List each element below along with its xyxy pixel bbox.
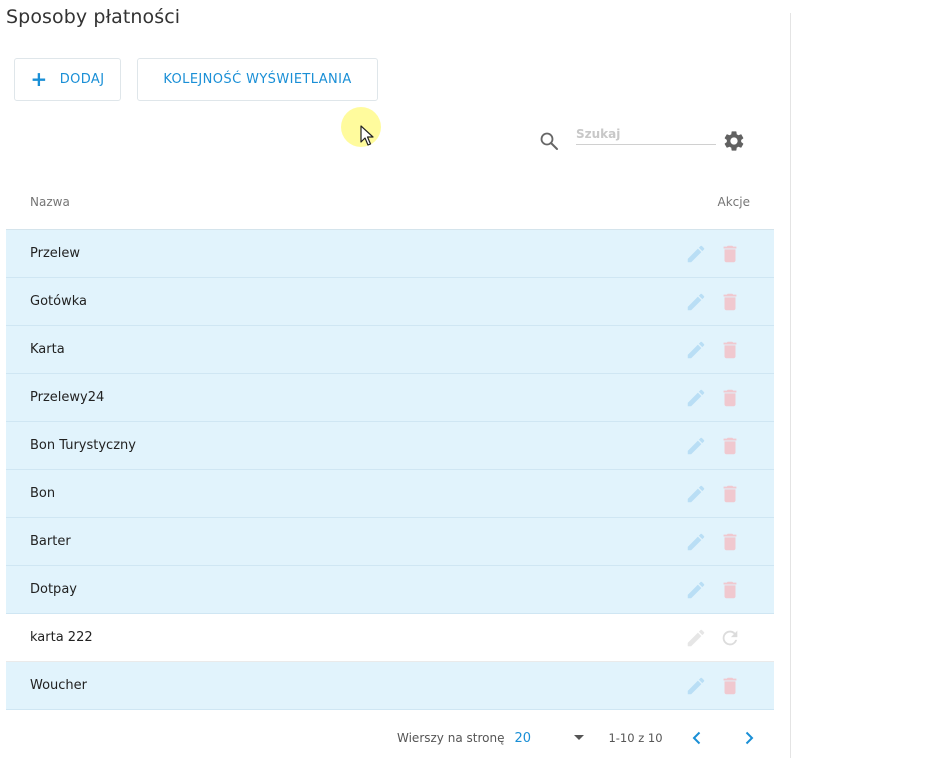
pencil-icon[interactable]: [685, 579, 707, 601]
trash-icon[interactable]: [719, 531, 741, 553]
trash-icon[interactable]: [719, 387, 741, 409]
row-actions: [685, 387, 741, 409]
display-order-button[interactable]: KOLEJNOŚĆ WYŚWIETLANIA: [137, 58, 378, 101]
pencil-icon[interactable]: [685, 435, 707, 457]
row-name: Przelewy24: [30, 390, 105, 405]
pencil-icon[interactable]: [685, 339, 707, 361]
trash-icon[interactable]: [719, 339, 741, 361]
pencil-icon[interactable]: [685, 675, 707, 697]
row-name: Bon Turystyczny: [30, 438, 136, 453]
row-name: Przelew: [30, 246, 81, 261]
caret-down-icon[interactable]: [574, 735, 585, 741]
row-actions: [685, 627, 741, 649]
table-row[interactable]: Barter: [6, 518, 774, 566]
search-icon[interactable]: [539, 131, 559, 151]
table-row[interactable]: Woucher: [6, 662, 774, 710]
trash-icon[interactable]: [719, 675, 741, 697]
table-row[interactable]: Karta: [6, 326, 774, 374]
pencil-icon[interactable]: [685, 387, 707, 409]
table-row[interactable]: Przelew: [6, 230, 774, 278]
display-order-button-label: KOLEJNOŚĆ WYŚWIETLANIA: [163, 72, 352, 87]
column-header-actions: Akcje: [717, 194, 750, 209]
chevron-right-icon[interactable]: [741, 730, 757, 746]
rows-per-page-select[interactable]: 20: [514, 731, 574, 746]
row-name: Bon: [30, 486, 56, 501]
page-range-text: 1-10 z 10: [608, 731, 663, 745]
table-row[interactable]: Bon Turystyczny: [6, 422, 774, 470]
pencil-icon[interactable]: [685, 291, 707, 313]
row-name: Barter: [30, 534, 71, 549]
pencil-icon[interactable]: [685, 483, 707, 505]
row-actions: [685, 243, 741, 265]
row-actions: [685, 435, 741, 457]
trash-icon[interactable]: [719, 291, 741, 313]
add-button[interactable]: + DODAJ: [14, 58, 121, 101]
table-row[interactable]: Przelewy24: [6, 374, 774, 422]
table-row[interactable]: karta 222: [6, 614, 774, 662]
table-row[interactable]: Bon: [6, 470, 774, 518]
add-button-label: DODAJ: [59, 72, 105, 87]
pencil-icon[interactable]: [685, 531, 707, 553]
row-name: Gotówka: [30, 294, 87, 309]
chevron-left-icon[interactable]: [689, 730, 705, 746]
table-header: Nazwa Akcje: [6, 174, 774, 230]
plus-icon: +: [30, 66, 48, 91]
trash-icon[interactable]: [719, 483, 741, 505]
gear-icon[interactable]: [722, 129, 746, 153]
row-name: Dotpay: [30, 582, 77, 597]
rows-per-page-label: Wierszy na stronę: [397, 731, 505, 745]
row-actions: [685, 291, 741, 313]
right-panel-divider: [790, 13, 791, 758]
row-actions: [685, 339, 741, 361]
row-name: Woucher: [30, 678, 88, 693]
trash-icon[interactable]: [719, 579, 741, 601]
table-row[interactable]: Dotpay: [6, 566, 774, 614]
page: Sposoby płatności + DODAJ KOLEJNOŚĆ WYŚW…: [0, 0, 952, 758]
mouse-pointer-icon: [360, 125, 374, 146]
pencil-icon[interactable]: [685, 243, 707, 265]
table-row[interactable]: Gotówka: [6, 278, 774, 326]
trash-icon[interactable]: [719, 243, 741, 265]
table-body: Przelew Gotówka Karta Przelewy24 Bon Turysty…: [6, 230, 774, 710]
row-name: Karta: [30, 342, 65, 357]
row-actions: [685, 531, 741, 553]
row-actions: [685, 579, 741, 601]
refresh-icon[interactable]: [719, 627, 741, 649]
page-title: Sposoby płatności: [6, 6, 181, 28]
search-input[interactable]: [576, 125, 716, 145]
pagination: Wierszy na stronę 20 1-10 z 10: [397, 727, 757, 749]
row-actions: [685, 675, 741, 697]
pencil-icon[interactable]: [685, 627, 707, 649]
trash-icon[interactable]: [719, 435, 741, 457]
row-actions: [685, 483, 741, 505]
row-name: karta 222: [30, 630, 93, 645]
payment-methods-table: Nazwa Akcje Przelew Gotówka Karta Przelewy2…: [6, 174, 774, 710]
column-header-name[interactable]: Nazwa: [30, 195, 70, 209]
